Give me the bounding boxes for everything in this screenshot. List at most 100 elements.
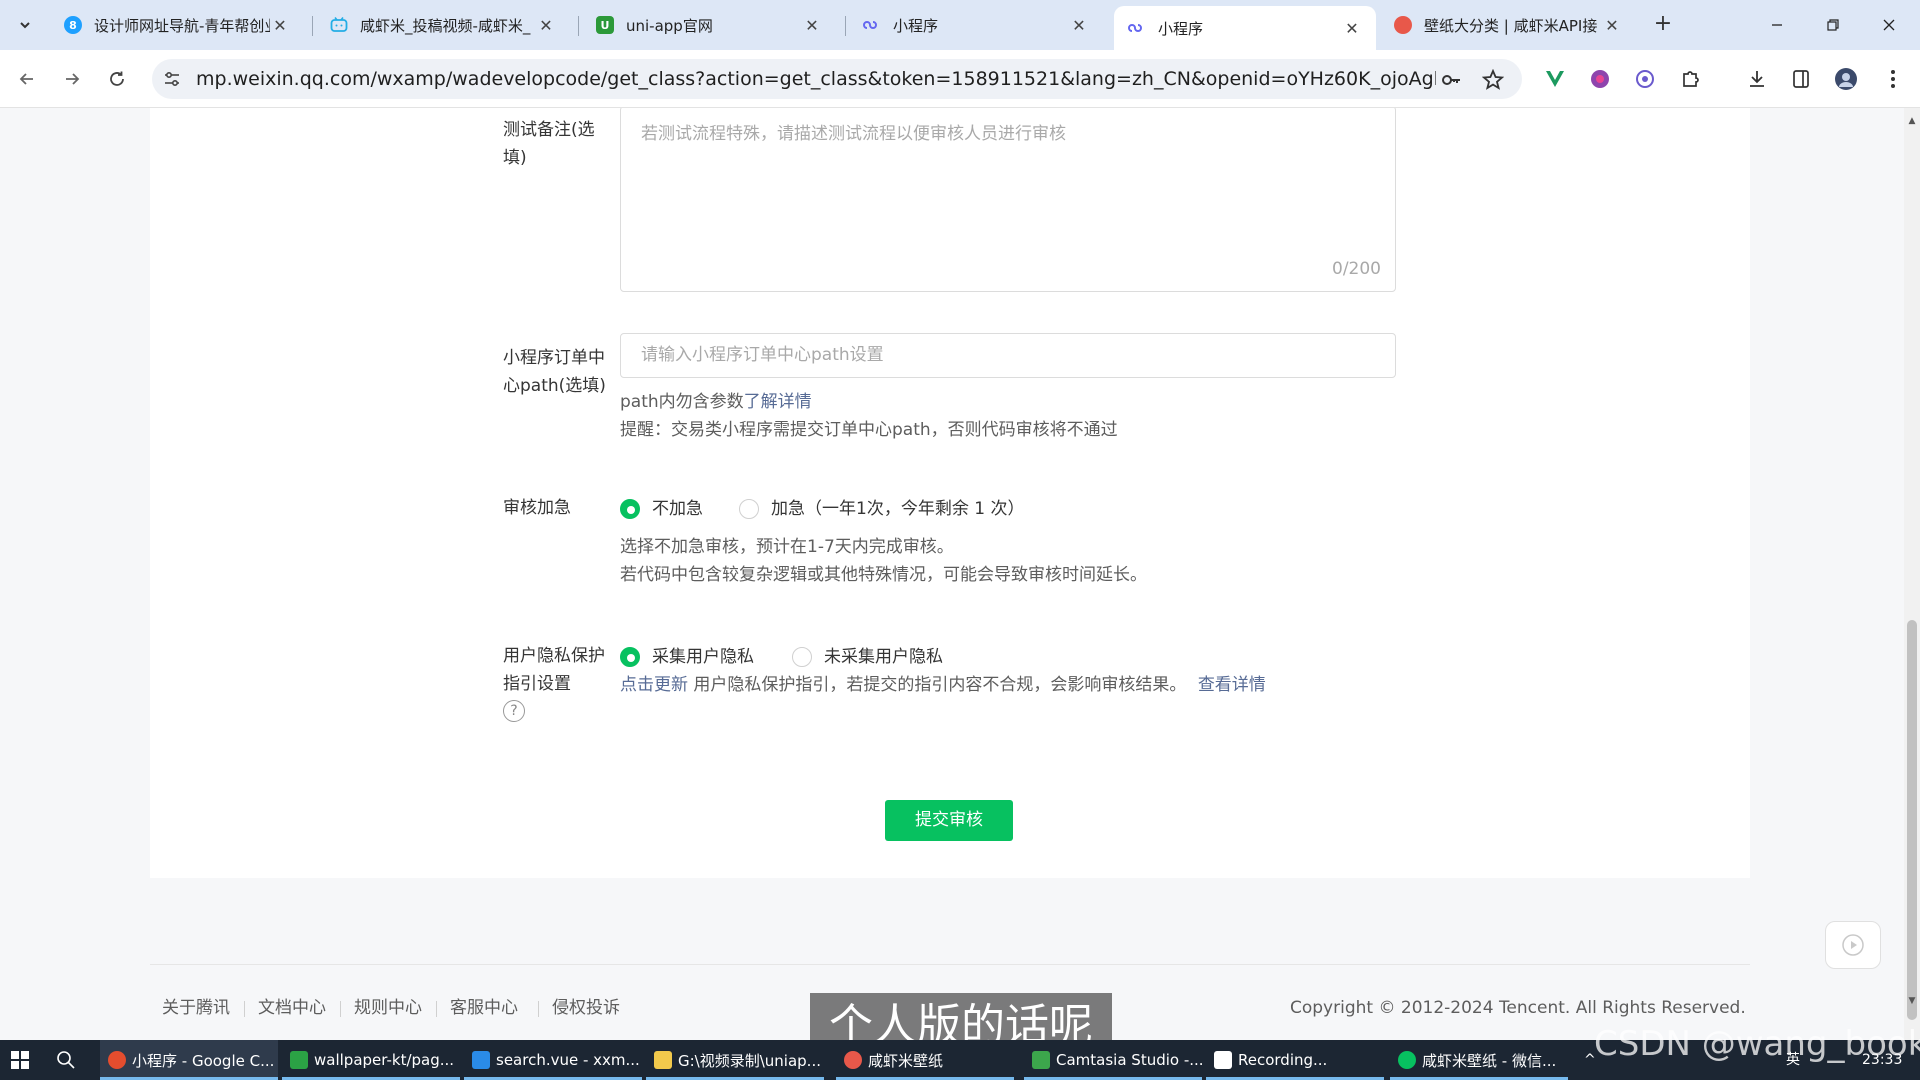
privacy-label: 用户隐私保护指引设置 <box>503 646 605 694</box>
radio-unchecked[interactable] <box>739 499 759 519</box>
radio-unchecked[interactable] <box>792 647 812 667</box>
test-note-textarea[interactable]: 若测试流程特殊，请描述测试流程以便审核人员进行审核 0/200 <box>620 108 1396 292</box>
csdn-watermark: CSDN @wang_book <box>1594 1024 1920 1064</box>
scroll-down-icon[interactable]: ▼ <box>1907 996 1917 1006</box>
footer-link-docs[interactable]: 文档中心 <box>258 994 326 1022</box>
radio-checked[interactable] <box>620 647 640 667</box>
back-button[interactable] <box>12 64 42 94</box>
footer-link-rules[interactable]: 规则中心 <box>354 994 422 1022</box>
close-icon[interactable]: ✕ <box>1602 16 1622 35</box>
tab-separator <box>312 16 313 36</box>
order-path-label: 小程序订单中心path(选填) <box>503 348 606 396</box>
char-counter: 0/200 <box>1332 259 1381 279</box>
arrow-left-icon <box>19 73 33 85</box>
taskbar-label: Recording... <box>1238 1051 1328 1069</box>
page-scrollbar[interactable]: ▲ ▼ <box>1904 108 1920 1040</box>
close-icon[interactable]: ✕ <box>536 16 556 35</box>
shrimp-icon <box>1394 16 1412 34</box>
play-icon <box>1842 934 1864 956</box>
privacy-option-collect[interactable]: 采集用户隐私 <box>620 643 754 671</box>
option-label: 加急（一年1次，今年剩余 1 次） <box>771 499 1025 519</box>
tab-2[interactable]: U uni-app官网 ✕ <box>582 8 836 42</box>
taskbar-item-app[interactable]: 咸虾米壁纸 <box>836 1040 1014 1080</box>
taskbar-label: search.vue - xxm... <box>496 1051 640 1069</box>
help-icon[interactable]: ? <box>503 700 525 722</box>
puzzle-icon[interactable] <box>1678 66 1704 92</box>
view-details-link[interactable]: 查看详情 <box>1198 675 1266 695</box>
taskbar-item-hbuilder[interactable]: wallpaper-kt/pag... <box>282 1040 460 1080</box>
tab-search-button[interactable] <box>10 10 40 40</box>
footer-link-infringement[interactable]: 侵权投诉 <box>552 994 620 1022</box>
restore-button[interactable] <box>1810 10 1856 40</box>
update-link[interactable]: 点击更新 <box>620 675 688 695</box>
site-info-icon[interactable] <box>162 69 182 89</box>
taskbar-item-explorer[interactable]: G:\视频录制\uniap... <box>646 1040 824 1080</box>
video-subtitle-overlay: 个人版的话呢 <box>810 993 1112 1040</box>
forward-button[interactable] <box>57 64 87 94</box>
search-icon[interactable] <box>56 1050 76 1070</box>
taskbar-item-vscode[interactable]: search.vue - xxm... <box>464 1040 642 1080</box>
new-tab-button[interactable]: + <box>1650 12 1676 38</box>
close-icon[interactable]: ✕ <box>1342 19 1362 38</box>
star-icon[interactable] <box>1482 69 1504 91</box>
taskbar-item-camtasia[interactable]: Camtasia Studio -... <box>1024 1040 1202 1080</box>
page-viewport: 测试备注(选填) 若测试流程特殊，请描述测试流程以便审核人员进行审核 0/200… <box>0 108 1904 1040</box>
menu-icon[interactable] <box>1880 66 1906 92</box>
expedite-option-yes[interactable]: 加急（一年1次，今年剩余 1 次） <box>739 495 1024 523</box>
close-icon[interactable]: ✕ <box>1069 16 1089 35</box>
footer-link-support[interactable]: 客服中心 <box>450 994 518 1022</box>
taskbar-label: 小程序 - Google C... <box>132 1051 275 1070</box>
privacy-option-not-collect[interactable]: 未采集用户隐私 <box>792 643 943 671</box>
hint-text: 用户隐私保护指引，若提交的指引内容不合规，会影响审核结果。 <box>688 675 1187 695</box>
expedite-option-no[interactable]: 不加急 <box>620 495 703 523</box>
uniapp-icon: U <box>596 16 614 34</box>
wechat-icon <box>1398 1051 1416 1069</box>
chevron-down-icon <box>20 22 30 29</box>
taskbar-item-chrome[interactable]: 小程序 - Google C... <box>100 1040 278 1080</box>
tab-5[interactable]: 壁纸大分类 | 咸虾米API接 ✕ <box>1380 8 1636 42</box>
footer-separator <box>340 1001 341 1017</box>
minimize-button[interactable] <box>1754 10 1800 40</box>
taskbar-item-wechat[interactable]: 咸虾米壁纸 - 微信... <box>1390 1040 1568 1080</box>
taskbar-label: Camtasia Studio -... <box>1056 1051 1202 1069</box>
test-note-label: 测试备注(选填) <box>503 120 595 168</box>
hbuilder-icon <box>290 1051 308 1069</box>
tab-4-active[interactable]: 小程序 ✕ <box>1114 6 1376 50</box>
close-icon[interactable]: ✕ <box>270 16 290 35</box>
reload-button[interactable] <box>102 64 132 94</box>
radio-checked[interactable] <box>620 499 640 519</box>
avatar[interactable] <box>1833 66 1859 92</box>
vue-devtools-icon[interactable] <box>1542 66 1568 92</box>
windows-start-icon[interactable] <box>10 1050 30 1070</box>
tab-3[interactable]: 小程序 ✕ <box>849 8 1103 42</box>
close-icon[interactable]: ✕ <box>802 16 822 35</box>
floating-play-button[interactable] <box>1825 921 1881 969</box>
key-icon[interactable] <box>1440 69 1462 91</box>
taskbar-item-recording[interactable]: Recording... <box>1206 1040 1384 1080</box>
footer-separator <box>538 1001 539 1017</box>
learn-more-link[interactable]: 了解详情 <box>744 392 812 412</box>
close-window-button[interactable] <box>1866 10 1912 40</box>
tab-1[interactable]: 咸虾米_投稿视频-咸虾米_ ✕ <box>316 8 570 42</box>
url-text[interactable]: mp.weixin.qq.com/wxamp/wadevelopcode/get… <box>196 59 1436 99</box>
tab-separator <box>578 16 579 36</box>
extension-icon[interactable] <box>1632 66 1658 92</box>
tab-title: 小程序 <box>1158 19 1204 38</box>
scroll-up-icon[interactable]: ▲ <box>1907 116 1917 126</box>
tab-separator <box>845 16 846 36</box>
miniprogram-icon <box>863 16 881 34</box>
expedite-hint-1: 选择不加急审核，预计在1-7天内完成审核。 <box>620 537 954 557</box>
submit-review-button[interactable]: 提交审核 <box>885 800 1013 841</box>
tab-title: 咸虾米_投稿视频-咸虾米_ <box>360 16 531 35</box>
footer-link-about[interactable]: 关于腾讯 <box>162 994 230 1022</box>
side-panel-icon[interactable] <box>1788 66 1814 92</box>
address-bar[interactable]: mp.weixin.qq.com/wxamp/wadevelopcode/get… <box>152 59 1522 99</box>
download-icon[interactable] <box>1744 66 1770 92</box>
tab-0[interactable]: 8 设计师网址导航-青年帮创业 ✕ <box>50 8 304 42</box>
order-path-input[interactable]: 请输入小程序订单中心path设置 <box>620 333 1396 378</box>
tab-title: 壁纸大分类 | 咸虾米API接 <box>1424 16 1598 35</box>
taskbar-label: 咸虾米壁纸 - 微信... <box>1422 1051 1557 1070</box>
extension-icon[interactable] <box>1587 66 1613 92</box>
reload-icon <box>110 71 124 86</box>
scrollbar-thumb[interactable] <box>1907 620 1917 1020</box>
